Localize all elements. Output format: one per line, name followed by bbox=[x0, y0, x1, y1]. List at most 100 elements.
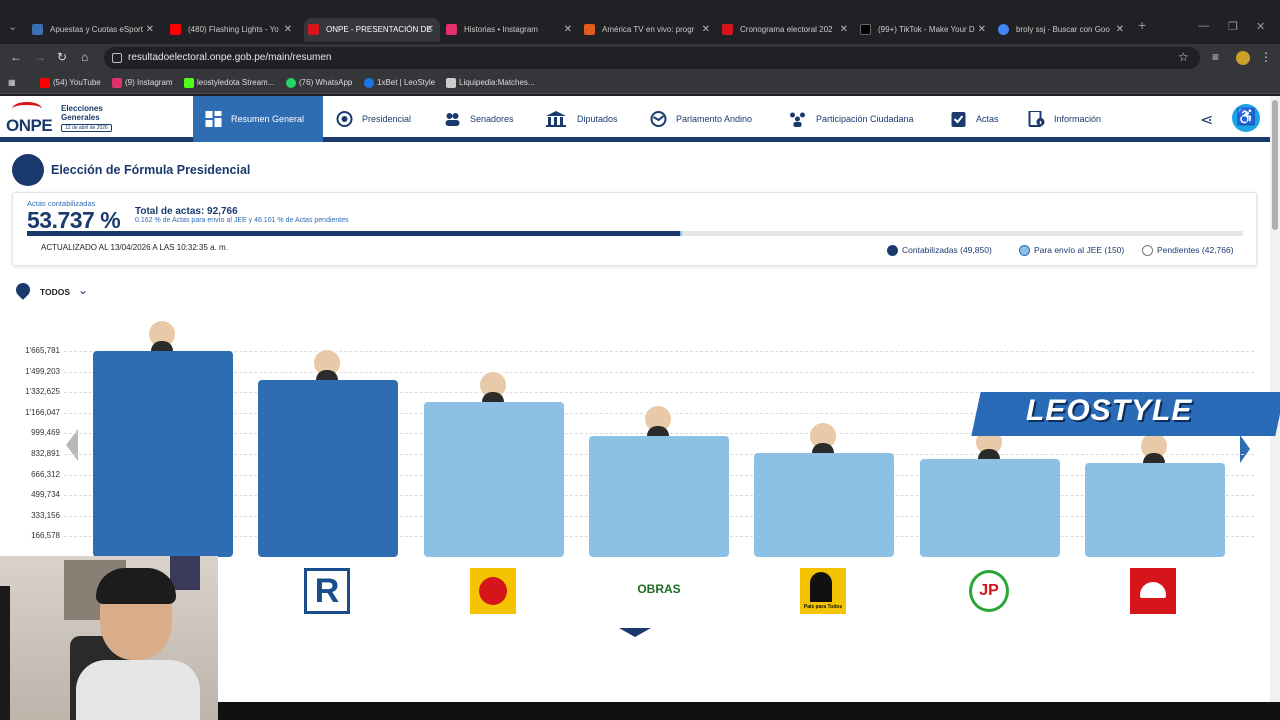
red-helmet-logo[interactable] bbox=[1130, 568, 1176, 614]
chart-next-icon[interactable] bbox=[1240, 435, 1250, 463]
close-icon[interactable]: ✕ bbox=[978, 18, 986, 42]
browser-tab[interactable]: Cronograma electoral 202 ✕ bbox=[718, 18, 854, 42]
candidate-bar[interactable] bbox=[919, 459, 1060, 557]
obras-logo[interactable]: OBRAS bbox=[636, 568, 682, 614]
forward-icon[interactable]: → bbox=[34, 50, 46, 64]
nav-label: Senadores bbox=[470, 114, 514, 124]
bookmark-label: 1xBet | LeoStyle bbox=[377, 78, 436, 87]
onpe-logo[interactable]: ONPE Elecciones Generales 12 de abril de … bbox=[6, 102, 186, 136]
nav-informacion[interactable]: Información bbox=[1028, 96, 1101, 142]
gridline bbox=[64, 351, 1254, 352]
nav-actas[interactable]: Actas bbox=[950, 96, 999, 142]
legend-label: Contabilizadas (49,850) bbox=[902, 245, 992, 255]
nav-participacion-ciudadana[interactable]: Participación Ciudadana bbox=[788, 96, 914, 142]
tab-title: Apuestas y Cuotas eSport bbox=[50, 25, 143, 34]
candidate-photo[interactable] bbox=[477, 370, 508, 403]
webcam-person-body bbox=[76, 660, 200, 720]
profile-avatar[interactable] bbox=[1236, 51, 1250, 65]
close-icon[interactable]: ✕ bbox=[840, 18, 848, 42]
nav-presidencial[interactable]: Presidencial bbox=[336, 96, 411, 142]
candidate-bar[interactable] bbox=[93, 351, 233, 557]
accessibility-icon[interactable]: ♿ bbox=[1232, 104, 1260, 132]
bookmark-item[interactable]: 1xBet | LeoStyle bbox=[364, 76, 435, 90]
tab-favicon-icon bbox=[446, 24, 457, 35]
y-tick-label: 166,578 bbox=[31, 531, 60, 541]
y-tick-label: 499,734 bbox=[31, 490, 60, 500]
browser-tab[interactable]: (99+) TikTok - Make Your D ✕ bbox=[856, 18, 992, 42]
logo-title: Elecciones Generales bbox=[61, 104, 103, 122]
nav-resumen-general[interactable]: Resumen General bbox=[193, 96, 323, 142]
chevron-down-icon[interactable]: ⌄ bbox=[78, 283, 88, 297]
pais-para-todos-logo[interactable]: País para Todos bbox=[800, 568, 846, 614]
candidate-bar[interactable] bbox=[423, 402, 564, 557]
browser-tab[interactable]: Historias • Instagram ✕ bbox=[442, 18, 578, 42]
close-icon[interactable]: ✕ bbox=[284, 18, 292, 42]
reload-icon[interactable]: ↻ bbox=[57, 50, 67, 64]
scrollbar-thumb[interactable] bbox=[1272, 100, 1278, 230]
nav-diputados[interactable]: Diputados bbox=[545, 96, 618, 142]
y-tick-label: 1'665,781 bbox=[25, 346, 60, 355]
close-icon[interactable]: ✕ bbox=[564, 18, 572, 42]
y-tick-label: 1'499,203 bbox=[25, 366, 60, 376]
people-icon bbox=[445, 113, 460, 126]
webcam-poster bbox=[170, 556, 200, 590]
candidate-bar[interactable] bbox=[1084, 463, 1225, 557]
party-logo-text: OBRAS bbox=[637, 582, 681, 596]
candidate-photo[interactable] bbox=[642, 403, 673, 436]
back-icon[interactable]: ← bbox=[10, 50, 22, 64]
close-icon[interactable]: ✕ bbox=[426, 18, 434, 42]
youtube-icon bbox=[40, 78, 50, 88]
candidate-photo[interactable] bbox=[147, 319, 177, 351]
url-text: resultadoelectoral.onpe.gob.pe/main/resu… bbox=[128, 52, 332, 63]
new-tab-icon[interactable]: + bbox=[1138, 17, 1146, 33]
apps-icon[interactable]: ▦ bbox=[8, 76, 16, 90]
window-close-icon[interactable]: ✕ bbox=[1256, 20, 1265, 33]
menu-icon[interactable]: ⋮ bbox=[1260, 50, 1272, 64]
bookmarks-bar: ▦ (54) YouTube (9) Instagram leostyledot… bbox=[0, 72, 1280, 94]
bookmark-item[interactable]: leostyledota Stream... bbox=[184, 76, 274, 90]
tab-title: América TV en vivo: progr bbox=[602, 25, 695, 34]
nav-label: Información bbox=[1054, 114, 1102, 124]
close-icon[interactable]: ✕ bbox=[1116, 18, 1124, 42]
close-icon[interactable]: ✕ bbox=[702, 18, 710, 42]
home-icon[interactable]: ⌂ bbox=[81, 50, 88, 64]
bookmark-star-icon[interactable]: ☆ bbox=[1178, 50, 1189, 64]
browser-tab[interactable]: América TV en vivo: progr ✕ bbox=[580, 18, 716, 42]
results-chart: 1'665,781 1'499,203 1'332,625 1'166,047 999,… bbox=[0, 311, 1270, 571]
tab-search-icon[interactable]: ⌄ bbox=[8, 20, 17, 33]
nav-senadores[interactable]: Senadores bbox=[444, 96, 514, 142]
bookmark-item[interactable]: Liquipedia:Matches... bbox=[446, 76, 535, 90]
renovacion-popular-logo[interactable]: R bbox=[304, 568, 350, 614]
summary-card: Actas contabilizadas 53.737 % Total de a… bbox=[12, 192, 1257, 266]
maximize-icon[interactable]: ❐ bbox=[1228, 20, 1238, 33]
browser-tab[interactable]: (480) Flashing Lights - Yo ✕ bbox=[166, 18, 298, 42]
browser-tab-active[interactable]: ONPE - PRESENTACIÓN DE ✕ bbox=[304, 18, 440, 42]
bookmark-item[interactable]: (54) YouTube bbox=[40, 76, 101, 90]
minimize-icon[interactable]: — bbox=[1198, 20, 1209, 32]
browser-tab[interactable]: broly ssj - Buscar con Goo ✕ bbox=[994, 18, 1130, 42]
share-icon[interactable]: ⋖ bbox=[1200, 110, 1213, 130]
logo-date: 12 de abril de 2026 bbox=[61, 124, 112, 132]
candidate-bar[interactable] bbox=[258, 380, 399, 557]
expand-chevron-icon[interactable] bbox=[619, 628, 651, 637]
candidate-photo[interactable] bbox=[808, 421, 839, 454]
actas-percent: 53.737 % bbox=[27, 207, 121, 233]
juntos-peru-logo[interactable]: JP bbox=[966, 568, 1012, 614]
candidate-bar[interactable] bbox=[588, 435, 729, 557]
bookmark-item[interactable]: (76) WhatsApp bbox=[286, 76, 352, 90]
url-input[interactable]: resultadoelectoral.onpe.gob.pe/main/resu… bbox=[104, 47, 1200, 69]
nav-label: Presidencial bbox=[362, 114, 412, 124]
bookmark-item[interactable]: (9) Instagram bbox=[112, 76, 173, 90]
browser-tab[interactable]: Apuestas y Cuotas eSport ✕ bbox=[28, 18, 160, 42]
media-icon[interactable]: ≡ bbox=[1212, 50, 1219, 64]
candidate-photo[interactable] bbox=[312, 348, 343, 381]
nav-parlamento-andino[interactable]: Parlamento Andino bbox=[650, 96, 752, 142]
sun-logo[interactable] bbox=[470, 568, 516, 614]
candidate-bar[interactable] bbox=[754, 453, 895, 557]
tab-title: Historias • Instagram bbox=[464, 25, 538, 34]
filter-label: TODOS bbox=[40, 287, 71, 297]
close-icon[interactable]: ✕ bbox=[146, 18, 154, 42]
instagram-icon bbox=[112, 78, 122, 88]
site-info-icon[interactable] bbox=[112, 53, 122, 63]
y-tick-label: 999,469 bbox=[31, 428, 60, 438]
